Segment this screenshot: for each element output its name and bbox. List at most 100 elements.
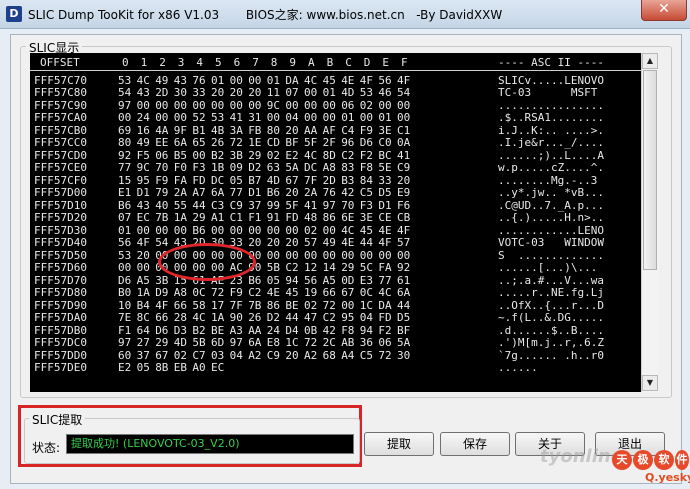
hex-byte: F2 <box>359 148 374 162</box>
hex-byte: 00 <box>266 223 281 237</box>
hex-byte: 57 <box>397 236 411 250</box>
hex-row: FFF57C90 97 00 00 00 00 00 00 00 9C 00 00 00 06 02 00 00… <box>30 100 641 111</box>
hex-byte: 47 <box>304 311 318 325</box>
scroll-up-button[interactable]: ▲ <box>642 53 658 69</box>
row-ascii: .C@UD..7._A.p... <box>498 198 604 212</box>
hex-byte: A2 <box>248 348 262 362</box>
hex-byte: EB <box>173 361 188 375</box>
hex-byte: 1A <box>173 211 188 225</box>
hex-byte: 01 <box>378 111 392 125</box>
hex-byte: 29 <box>341 261 355 275</box>
about-button[interactable]: 关于 <box>515 432 585 456</box>
hex-byte: C1 <box>229 211 243 225</box>
hex-byte: FD <box>285 211 299 225</box>
column-header: 2 <box>159 56 166 69</box>
hex-byte: E3 <box>359 273 374 287</box>
vertical-scrollbar[interactable]: ▲ ▼ <box>641 53 659 392</box>
hex-byte: 00 <box>155 98 169 112</box>
hex-byte: DC <box>304 161 318 175</box>
column-header: 0 <box>122 56 129 69</box>
hex-byte: 5A <box>397 336 411 350</box>
extract-button[interactable]: 提取 <box>364 432 434 456</box>
app-icon: D <box>6 6 22 22</box>
hex-byte: BC <box>378 148 392 162</box>
hex-byte: 03 <box>211 348 225 362</box>
column-header: 3 <box>177 56 185 69</box>
scroll-thumb[interactable] <box>643 70 657 270</box>
ascii-header: ---- ASC II ---- <box>498 56 604 69</box>
row-ascii: ..{.).....H.n>.. <box>498 211 604 225</box>
hex-byte: 20 <box>285 348 299 362</box>
hex-byte: 54 <box>118 86 132 100</box>
hex-byte: 92 <box>118 148 132 162</box>
hex-byte: 02 <box>266 148 281 162</box>
hex-byte: 20 <box>136 248 150 262</box>
column-header: 4 <box>196 56 204 69</box>
hex-byte: C5 <box>359 348 374 362</box>
hex-byte: 67 <box>285 173 299 187</box>
hex-byte: 4F <box>155 298 169 312</box>
row-ascii: ..y*.jw.. *vB... <box>498 186 604 200</box>
hex-byte: 4F <box>136 236 150 250</box>
hex-byte: BF <box>397 323 411 337</box>
row-address: FFF57C90 <box>34 98 87 112</box>
hex-byte: B1 <box>192 123 206 137</box>
hex-byte: EE <box>155 136 169 150</box>
column-header: A <box>308 56 315 69</box>
hex-byte: 00 <box>322 98 336 112</box>
hex-row: FFF57CD0 92 F5 06 B5 00 B2 3B 29 02 E2 4C 8D C2 F2 BC 41… <box>30 150 641 161</box>
hex-byte: D6 <box>155 323 169 337</box>
hex-byte: 66 <box>322 286 336 300</box>
hex-byte: 58 <box>192 298 206 312</box>
hex-byte: 3E <box>359 211 374 225</box>
hex-byte: E2 <box>118 361 132 375</box>
hex-byte: 00 <box>248 98 262 112</box>
hex-byte: 92 <box>397 261 411 275</box>
hex-byte: 53 <box>118 74 132 87</box>
hex-byte: A8 <box>173 286 188 300</box>
scroll-down-button[interactable]: ▼ <box>642 375 658 391</box>
hex-byte: 61 <box>397 273 411 287</box>
hex-byte: A1 <box>211 211 225 225</box>
hex-byte: 02 <box>359 98 374 112</box>
hex-byte: 4C <box>341 223 355 237</box>
row-ascii: ..OfX..{...r...D <box>498 298 604 312</box>
hex-byte: C9 <box>229 198 243 212</box>
hex-byte: 00 <box>304 98 318 112</box>
hex-byte: 04 <box>229 348 243 362</box>
hex-byte: 43 <box>136 86 150 100</box>
hex-byte: 00 <box>304 86 318 100</box>
hex-byte: 00 <box>211 223 225 237</box>
hex-byte: CD <box>266 136 281 150</box>
hex-byte: B2 <box>211 148 225 162</box>
hex-byte: 36 <box>359 336 374 350</box>
hex-byte: C2 <box>285 261 299 275</box>
exit-button[interactable]: 退出 <box>595 432 665 456</box>
hex-byte: 00 <box>136 261 150 275</box>
hex-byte: 5F <box>285 198 299 212</box>
close-button[interactable]: ✕ <box>641 0 687 21</box>
row-address: FFF57D20 <box>34 211 87 225</box>
hex-row: FFF57D00 E1 D1 79 2A A7 6A 77 D1 B6 20 2A 76 42 C5 D5 E9… <box>30 187 641 198</box>
hex-byte: B4 <box>136 298 150 312</box>
hex-byte: E2 <box>285 148 299 162</box>
hex-byte: 56 <box>304 273 318 287</box>
hex-byte: FA <box>378 261 392 275</box>
hex-byte: 20 <box>285 123 299 137</box>
hex-row: FFF57D60 00 00 00 00 00 00 AC 90 5B C2 12 14 29 5C FA 92… <box>30 262 641 273</box>
save-button[interactable]: 保存 <box>440 432 510 456</box>
hex-byte: 00 <box>118 261 132 275</box>
hex-byte: 20 <box>285 186 299 200</box>
window-title: SLIC Dump TooKit for x86 V1.03 BIOS之家: w… <box>28 8 503 22</box>
row-address: FFF57DE0 <box>34 361 87 375</box>
hex-row: FFF57D40 56 4F 54 43 2D 30 33 20 20 20 57 49 4E 44 4F 57… <box>30 237 641 248</box>
hex-byte: 77 <box>118 161 132 175</box>
hex-byte: B7 <box>248 173 262 187</box>
hex-viewer[interactable]: OFFSET 0 1 2 3 4 5 6 7 8 9 A B C D E F ---- ASC II ---- F… <box>30 53 641 392</box>
hex-byte: 16 <box>136 123 150 137</box>
hex-byte: F3 <box>192 161 206 175</box>
hex-byte: 44 <box>192 198 206 212</box>
hex-byte: 29 <box>248 148 262 162</box>
hex-byte: DC <box>211 173 225 187</box>
hex-byte: 4F <box>397 223 411 237</box>
